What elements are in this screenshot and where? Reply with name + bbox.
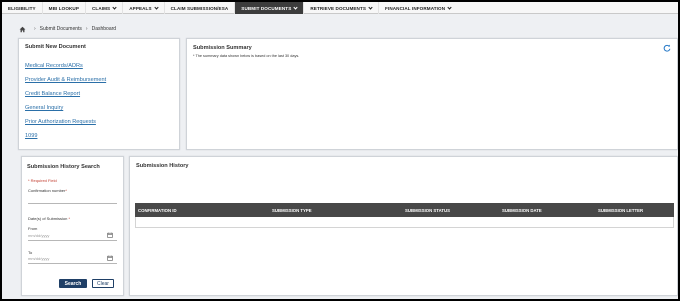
breadcrumb-separator: › <box>34 26 36 32</box>
from-date-underline <box>28 240 117 241</box>
nav-appeals[interactable]: APPEALS <box>123 2 165 14</box>
breadcrumb: › Submit Documents › Dashboard <box>19 25 116 33</box>
submission-history-title: Submission History <box>136 163 189 169</box>
nav-claims[interactable]: CLAIMS <box>86 2 124 14</box>
nav-label: ELIGIBILITY <box>8 5 36 11</box>
refresh-icon[interactable] <box>663 44 671 52</box>
nav-submit-documents[interactable]: SUBMIT DOCUMENTS <box>235 2 305 14</box>
chevron-down-icon <box>368 4 373 10</box>
label-text: Date(s) of Submission <box>28 216 68 221</box>
home-icon[interactable] <box>19 26 26 33</box>
column-confirmation-id[interactable]: CONFIRMATION ID <box>138 208 177 213</box>
link-general-inquiry[interactable]: General Inquiry <box>25 105 63 111</box>
from-label: From <box>28 226 38 231</box>
confirmation-number-input[interactable] <box>28 203 117 204</box>
column-submission-type[interactable]: SUBMISSION TYPE <box>272 208 312 213</box>
calendar-icon[interactable] <box>107 255 113 261</box>
link-medical-records[interactable]: Medical Records/ADRs <box>25 63 83 69</box>
calendar-icon[interactable] <box>107 232 113 238</box>
nav-eligibility[interactable]: ELIGIBILITY <box>2 2 43 14</box>
summary-note: * The summary data shown below is based … <box>193 54 300 58</box>
from-date-input[interactable]: mm/dd/yyyy <box>28 233 49 238</box>
required-mark: * <box>65 188 67 193</box>
submission-summary-title: Submission Summary <box>193 45 252 51</box>
submission-summary-card: Submission Summary * The summary data sh… <box>186 38 678 150</box>
top-nav: ELIGIBILITY MBI LOOKUP CLAIMS APPEALS CL… <box>2 2 678 14</box>
app-frame: ELIGIBILITY MBI LOOKUP CLAIMS APPEALS CL… <box>2 2 678 299</box>
link-credit-balance-report[interactable]: Credit Balance Report <box>25 91 80 97</box>
breadcrumb-submit-documents[interactable]: Submit Documents <box>40 26 82 32</box>
nav-label: RETRIEVE DOCUMENTS <box>310 5 367 11</box>
history-table-header: CONFIRMATION ID SUBMISSION TYPE SUBMISSI… <box>135 203 674 217</box>
to-date-underline <box>28 263 117 264</box>
column-submission-date[interactable]: SUBMISSION DATE <box>502 208 542 213</box>
search-button[interactable]: Search <box>59 279 87 288</box>
submit-new-document-title: Submit New Document <box>25 44 86 50</box>
to-date-input[interactable]: mm/dd/yyyy <box>28 256 49 261</box>
chevron-down-icon <box>447 4 452 10</box>
column-submission-status[interactable]: SUBMISSION STATUS <box>405 208 450 213</box>
table-row-empty <box>135 217 674 228</box>
dates-of-submission-label: Date(s) of Submission * <box>28 216 70 221</box>
confirmation-number-label: Confirmation number* <box>28 188 67 193</box>
required-field-note: * Required Field <box>28 178 57 183</box>
submission-history-card: Submission History CONFIRMATION ID SUBMI… <box>129 156 678 296</box>
breadcrumb-dashboard: Dashboard <box>91 26 117 32</box>
link-provider-audit[interactable]: Provider Audit & Reimbursement <box>25 77 106 83</box>
nav-label: APPEALS <box>129 5 152 11</box>
column-submission-letter[interactable]: SUBMISSION LETTER <box>598 208 643 213</box>
submit-new-document-card: Submit New Document Medical Records/ADRs… <box>18 38 180 150</box>
search-card-title: Submission History Search <box>27 164 100 170</box>
chevron-down-icon <box>293 4 298 10</box>
breadcrumb-separator: › <box>85 26 88 32</box>
to-label: To <box>28 250 33 255</box>
nav-label: CLAIM SUBMISSION/ESA <box>170 5 229 11</box>
nav-label: SUBMIT DOCUMENTS <box>241 5 292 11</box>
nav-financial-information[interactable]: FINANCIAL INFORMATION <box>379 2 457 14</box>
nav-label: MBI LOOKUP <box>48 5 80 11</box>
link-1099[interactable]: 1099 <box>25 133 37 139</box>
chevron-down-icon <box>154 4 159 10</box>
clear-button[interactable]: Clear <box>92 279 114 288</box>
label-text: Confirmation number <box>28 188 66 193</box>
nav-retrieve-documents[interactable]: RETRIEVE DOCUMENTS <box>304 2 380 14</box>
nav-label: CLAIMS <box>92 5 111 11</box>
nav-claim-submission-esa[interactable]: CLAIM SUBMISSION/ESA <box>165 2 236 14</box>
required-mark: * <box>68 216 71 221</box>
link-prior-authorization[interactable]: Prior Authorization Requests <box>25 119 96 125</box>
submission-history-search-card: Submission History Search * Required Fie… <box>21 156 124 296</box>
chevron-down-icon <box>112 4 117 10</box>
nav-label: FINANCIAL INFORMATION <box>385 5 446 11</box>
nav-mbi-lookup[interactable]: MBI LOOKUP <box>43 2 87 14</box>
